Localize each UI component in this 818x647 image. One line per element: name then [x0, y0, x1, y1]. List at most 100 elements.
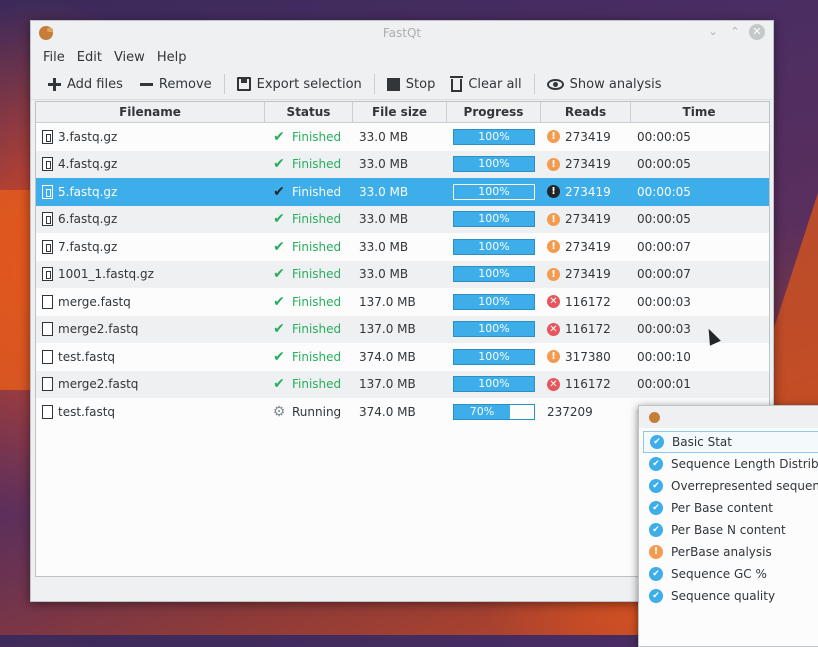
archive-file-icon [42, 239, 53, 254]
time-cell: 00:00:03 [637, 322, 691, 337]
error-icon: ✕ [547, 295, 560, 309]
app-icon [649, 412, 660, 423]
table-row[interactable]: 4.fastq.gz ✔ Finished 33.0 MB 100% ! 273… [36, 150, 769, 178]
status-text: Finished [292, 212, 342, 227]
progress-bar: 100% [453, 376, 535, 393]
time-cell: 00:00:05 [637, 212, 691, 227]
column-header-status[interactable]: Status [265, 102, 353, 122]
status-text: Running [292, 404, 342, 419]
close-icon[interactable]: ✕ [749, 24, 765, 40]
filename-cell: 5.fastq.gz [36, 184, 265, 199]
analysis-item[interactable]: ! PerBase analysis [639, 541, 818, 563]
title-bar[interactable]: FastQt ⌄ ⌃ ✕ [31, 21, 773, 45]
reads-cell: ! 273419 [541, 130, 631, 144]
show-analysis-button[interactable]: Show analysis [539, 71, 670, 97]
warning-icon: ! [649, 545, 663, 559]
export-selection-label: Export selection [256, 76, 362, 92]
check-circle-icon: ✔ [650, 435, 664, 449]
stop-button[interactable]: Stop [379, 71, 444, 97]
menu-view[interactable]: View [108, 50, 151, 65]
remove-button[interactable]: Remove [131, 71, 220, 97]
clear-all-button[interactable]: Clear all [443, 71, 529, 97]
table-row[interactable]: 7.fastq.gz ✔ Finished 33.0 MB 100% ! 273… [36, 233, 769, 261]
table-row[interactable]: merge2.fastq ✔ Finished 137.0 MB 100% ✕ … [36, 315, 769, 343]
check-icon: ✔ [273, 128, 285, 145]
progress-text: 100% [478, 239, 510, 253]
warning-icon: ! [547, 240, 560, 254]
check-circle-icon: ✔ [649, 567, 663, 581]
filename-text: merge.fastq [58, 294, 131, 309]
analysis-item[interactable]: ✔ Sequence GC % [639, 563, 818, 585]
file-icon [42, 294, 53, 309]
table-row[interactable]: 1001_1.fastq.gz ✔ Finished 33.0 MB 100% … [36, 260, 769, 288]
menu-help[interactable]: Help [151, 50, 193, 65]
status-cell: ✔ Finished [265, 321, 353, 337]
size-cell: 33.0 MB [359, 184, 409, 199]
column-header-file-size[interactable]: File size [353, 102, 447, 122]
table-row[interactable]: merge.fastq ✔ Finished 137.0 MB 100% ✕ 1… [36, 288, 769, 316]
filename-text: merge2.fastq [58, 377, 139, 392]
stop-icon [386, 77, 400, 91]
analysis-item[interactable]: ✔ Sequence Length Distribu [639, 453, 818, 475]
analysis-panel-title-bar[interactable] [639, 406, 818, 428]
reads-cell: ! 273419 [541, 185, 631, 199]
menu-file[interactable]: File [37, 50, 71, 65]
warning-icon: ! [547, 185, 560, 199]
time-cell: 00:00:01 [637, 377, 691, 392]
status-cell: ✔ Finished [265, 376, 353, 392]
filename-text: merge2.fastq [58, 322, 139, 337]
column-header-time[interactable]: Time [631, 102, 767, 122]
table-row[interactable]: 6.fastq.gz ✔ Finished 33.0 MB 100% ! 273… [36, 205, 769, 233]
analysis-item-label: PerBase analysis [671, 545, 772, 559]
warning-icon: ! [547, 350, 560, 364]
analysis-item[interactable]: ✔ Per Base content [639, 497, 818, 519]
column-header-reads[interactable]: Reads [541, 102, 631, 122]
analysis-item[interactable]: ✔ Per Base N content [639, 519, 818, 541]
size-cell: 374.0 MB [359, 404, 416, 419]
check-icon: ✔ [273, 266, 285, 283]
archive-file-icon [42, 212, 53, 227]
analysis-item-label: Sequence Length Distribu [671, 457, 818, 471]
filename-text: 4.fastq.gz [58, 157, 118, 172]
table-row[interactable]: 3.fastq.gz ✔ Finished 33.0 MB 100% ! 273… [36, 123, 769, 151]
check-icon: ✔ [273, 376, 285, 393]
size-cell: 33.0 MB [359, 129, 409, 144]
filename-cell: test.fastq [36, 349, 265, 364]
check-icon: ✔ [273, 183, 285, 200]
progress-cell: 100% [447, 266, 541, 283]
remove-label: Remove [158, 76, 212, 92]
status-text: Finished [292, 267, 342, 282]
progress-bar: 100% [453, 156, 535, 173]
reads-text: 273419 [565, 157, 611, 172]
menu-edit[interactable]: Edit [71, 50, 108, 65]
archive-file-icon [42, 267, 53, 282]
column-header-progress[interactable]: Progress [447, 102, 541, 122]
reads-cell: 237209 [541, 405, 631, 419]
analysis-item[interactable]: ✔ Sequence quality [639, 585, 818, 607]
progress-bar: 100% [453, 321, 535, 338]
add-files-button[interactable]: Add files [39, 71, 131, 97]
check-circle-icon: ✔ [649, 523, 663, 537]
export-selection-button[interactable]: Export selection [229, 71, 370, 97]
analysis-item[interactable]: ✔ Basic Stat [643, 431, 818, 453]
reads-cell: ! 273419 [541, 240, 631, 254]
table-header: Filename Status File size Progress Reads… [36, 102, 769, 123]
column-header-filename[interactable]: Filename [36, 102, 265, 122]
time-cell: 00:00:05 [637, 129, 691, 144]
analysis-item[interactable]: ✔ Overrepresented sequenc [639, 475, 818, 497]
progress-bar: 100% [453, 293, 535, 310]
analysis-item-label: Overrepresented sequenc [671, 479, 818, 493]
minimize-icon[interactable]: ⌄ [705, 24, 721, 40]
time-cell: 00:00:03 [637, 294, 691, 309]
filename-text: 7.fastq.gz [58, 239, 118, 254]
filename-cell: merge2.fastq [36, 377, 265, 392]
table-row[interactable]: merge2.fastq ✔ Finished 137.0 MB 100% ✕ … [36, 370, 769, 398]
reads-text: 237209 [547, 404, 593, 419]
filename-text: 5.fastq.gz [58, 184, 118, 199]
size-cell: 33.0 MB [359, 212, 409, 227]
table-row[interactable]: 5.fastq.gz ✔ Finished 33.0 MB 100% ! 273… [36, 178, 769, 206]
maximize-icon[interactable]: ⌃ [727, 24, 743, 40]
table-row[interactable]: test.fastq ✔ Finished 374.0 MB 100% ! 31… [36, 343, 769, 371]
time-cell: 00:00:05 [637, 157, 691, 172]
size-cell: 137.0 MB [359, 322, 416, 337]
